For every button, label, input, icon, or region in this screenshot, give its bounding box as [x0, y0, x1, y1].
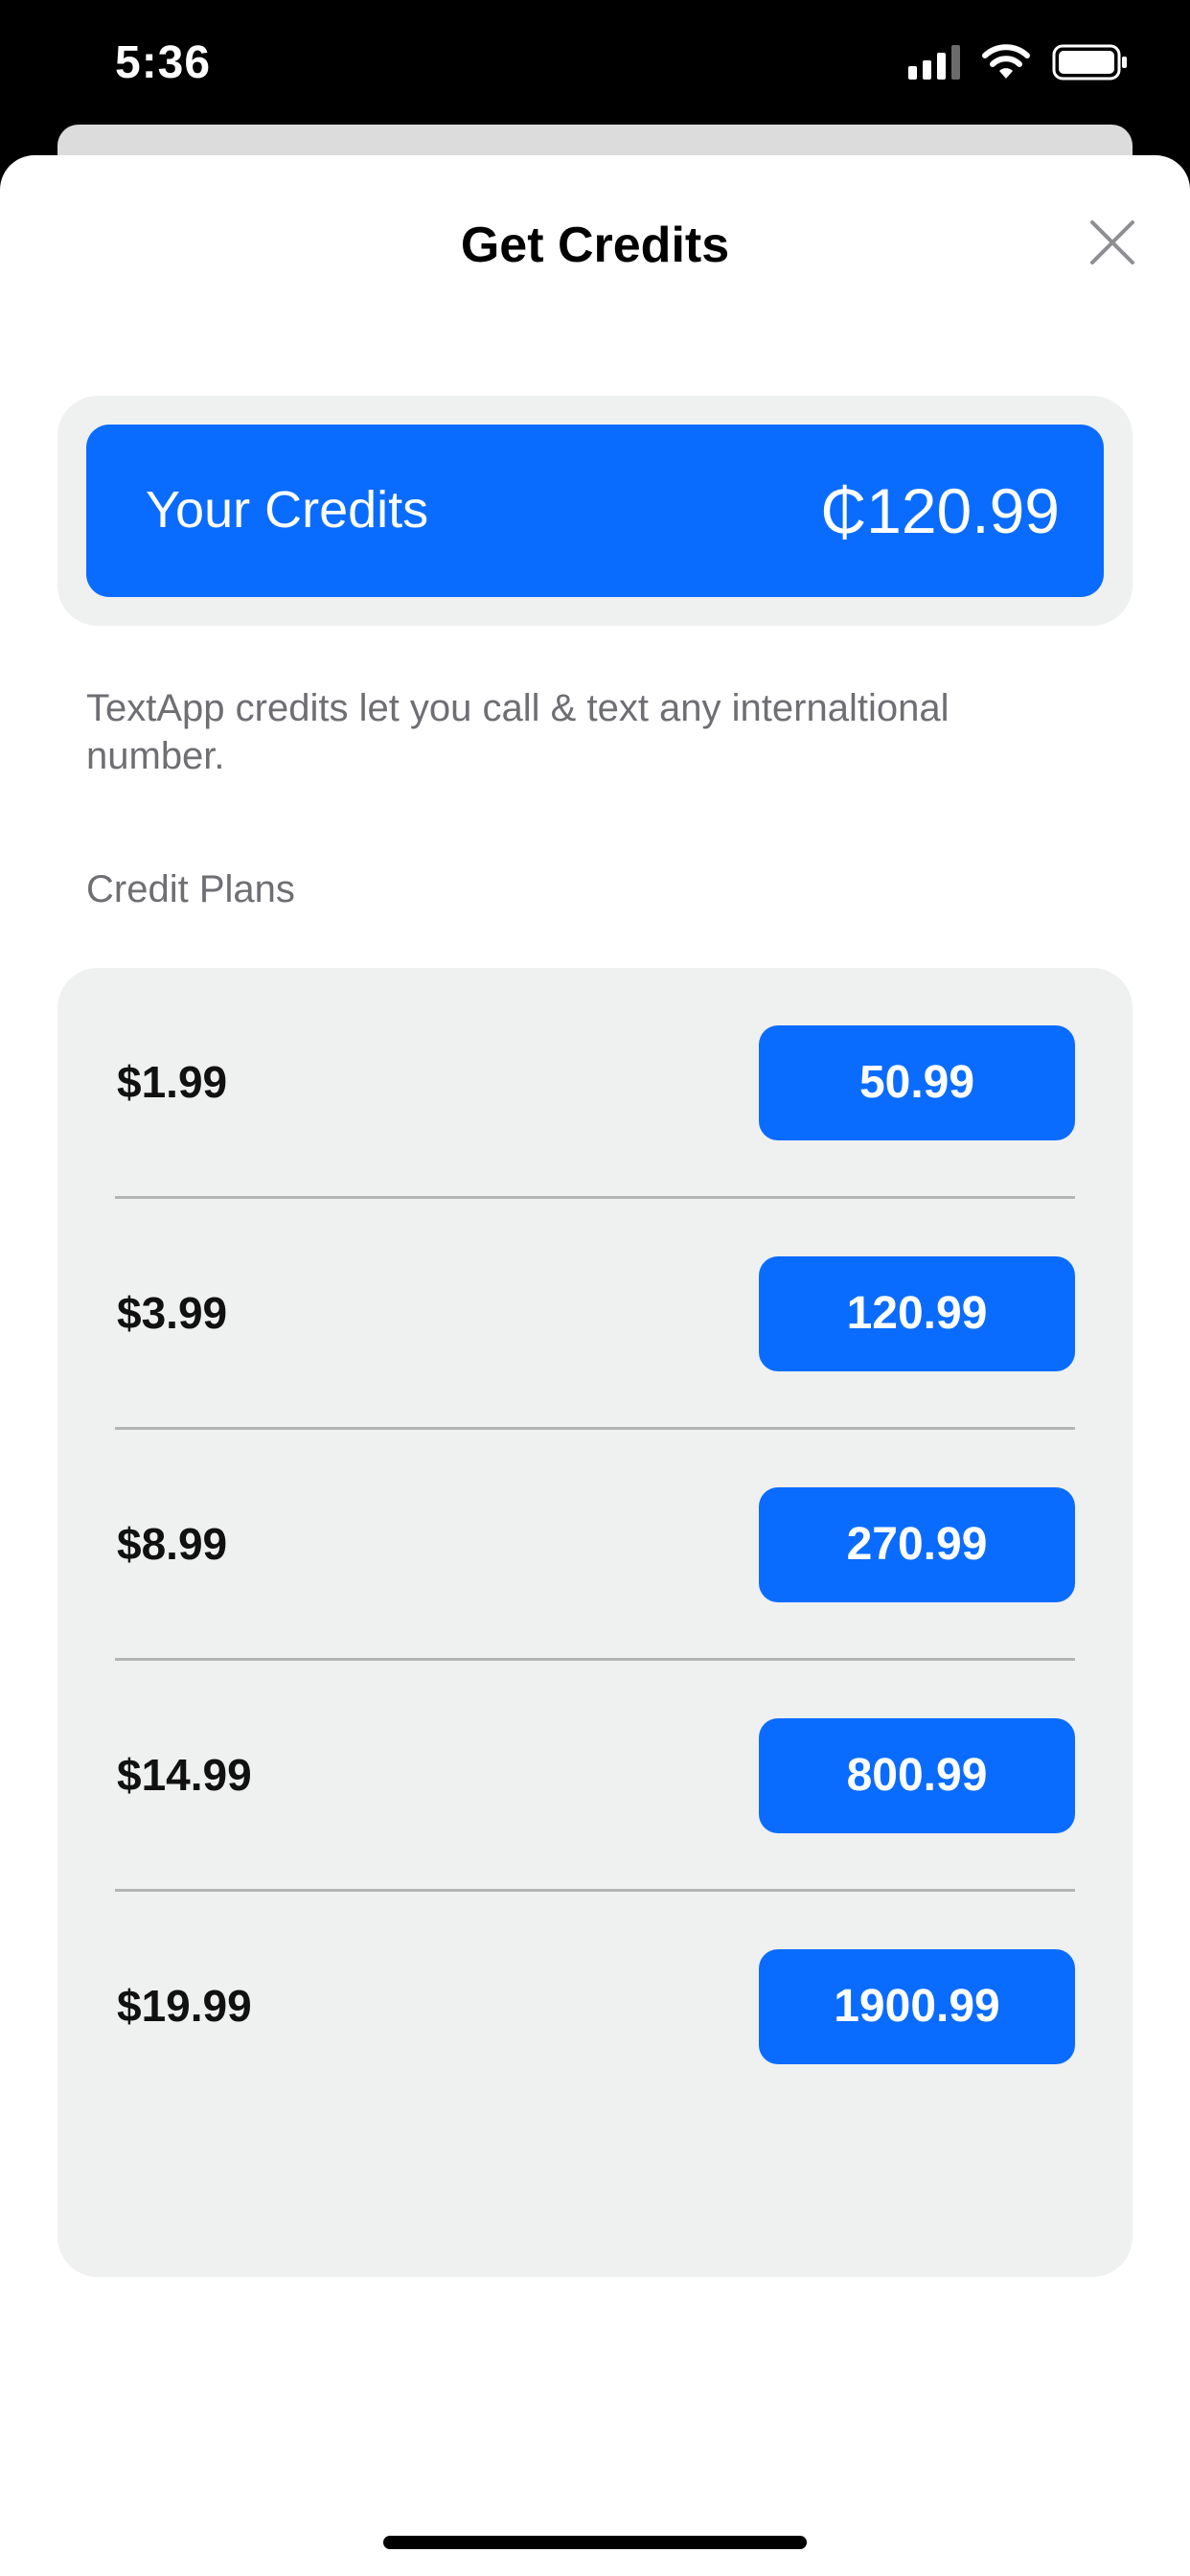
buy-plan-button[interactable]: 270.99 — [759, 1487, 1075, 1602]
get-credits-sheet: Get Credits Your Credits ₵120.99 TextApp… — [0, 155, 1190, 2576]
status-icons — [908, 44, 1129, 80]
plan-price: $19.99 — [117, 1981, 252, 2031]
plan-price: $1.99 — [117, 1057, 228, 1107]
sheet-title: Get Credits — [460, 218, 730, 273]
credits-card: Your Credits ₵120.99 — [57, 396, 1133, 626]
status-time: 5:36 — [115, 37, 212, 88]
battery-icon — [1052, 44, 1127, 80]
plan-row: $8.99 270.99 — [57, 1430, 1133, 1661]
buy-plan-button[interactable]: 50.99 — [759, 1025, 1075, 1140]
plan-price: $8.99 — [117, 1519, 228, 1569]
credits-balance-panel: Your Credits ₵120.99 — [86, 425, 1104, 597]
credits-label: Your Credits — [146, 481, 429, 539]
credits-description: TextApp credits let you call & text any … — [86, 687, 950, 777]
plan-price: $3.99 — [117, 1288, 228, 1338]
close-button[interactable] — [1081, 211, 1144, 274]
credits-amount: ₵120.99 — [820, 475, 1060, 546]
plan-row: $3.99 120.99 — [57, 1199, 1133, 1430]
buy-plan-button[interactable]: 1900.99 — [759, 1949, 1075, 2064]
plan-price: $14.99 — [117, 1750, 252, 1800]
buy-plan-button[interactable]: 800.99 — [759, 1718, 1075, 1833]
buy-plan-button[interactable]: 120.99 — [759, 1256, 1075, 1371]
plan-row: $19.99 1900.99 — [57, 1892, 1133, 2122]
plan-row: $14.99 800.99 — [57, 1661, 1133, 1892]
close-icon — [1090, 220, 1134, 264]
home-indicator[interactable] — [383, 2536, 807, 2549]
credit-plans-list: $1.99 50.99 $3.99 120.99 $8.99 270.99 $1… — [57, 968, 1133, 2277]
wifi-icon — [982, 44, 1030, 79]
status-bar: 5:36 — [0, 0, 1190, 126]
credit-plans-label: Credit Plans — [86, 868, 295, 910]
cellular-signal-icon — [908, 45, 960, 80]
plan-row: $1.99 50.99 — [57, 968, 1133, 1199]
